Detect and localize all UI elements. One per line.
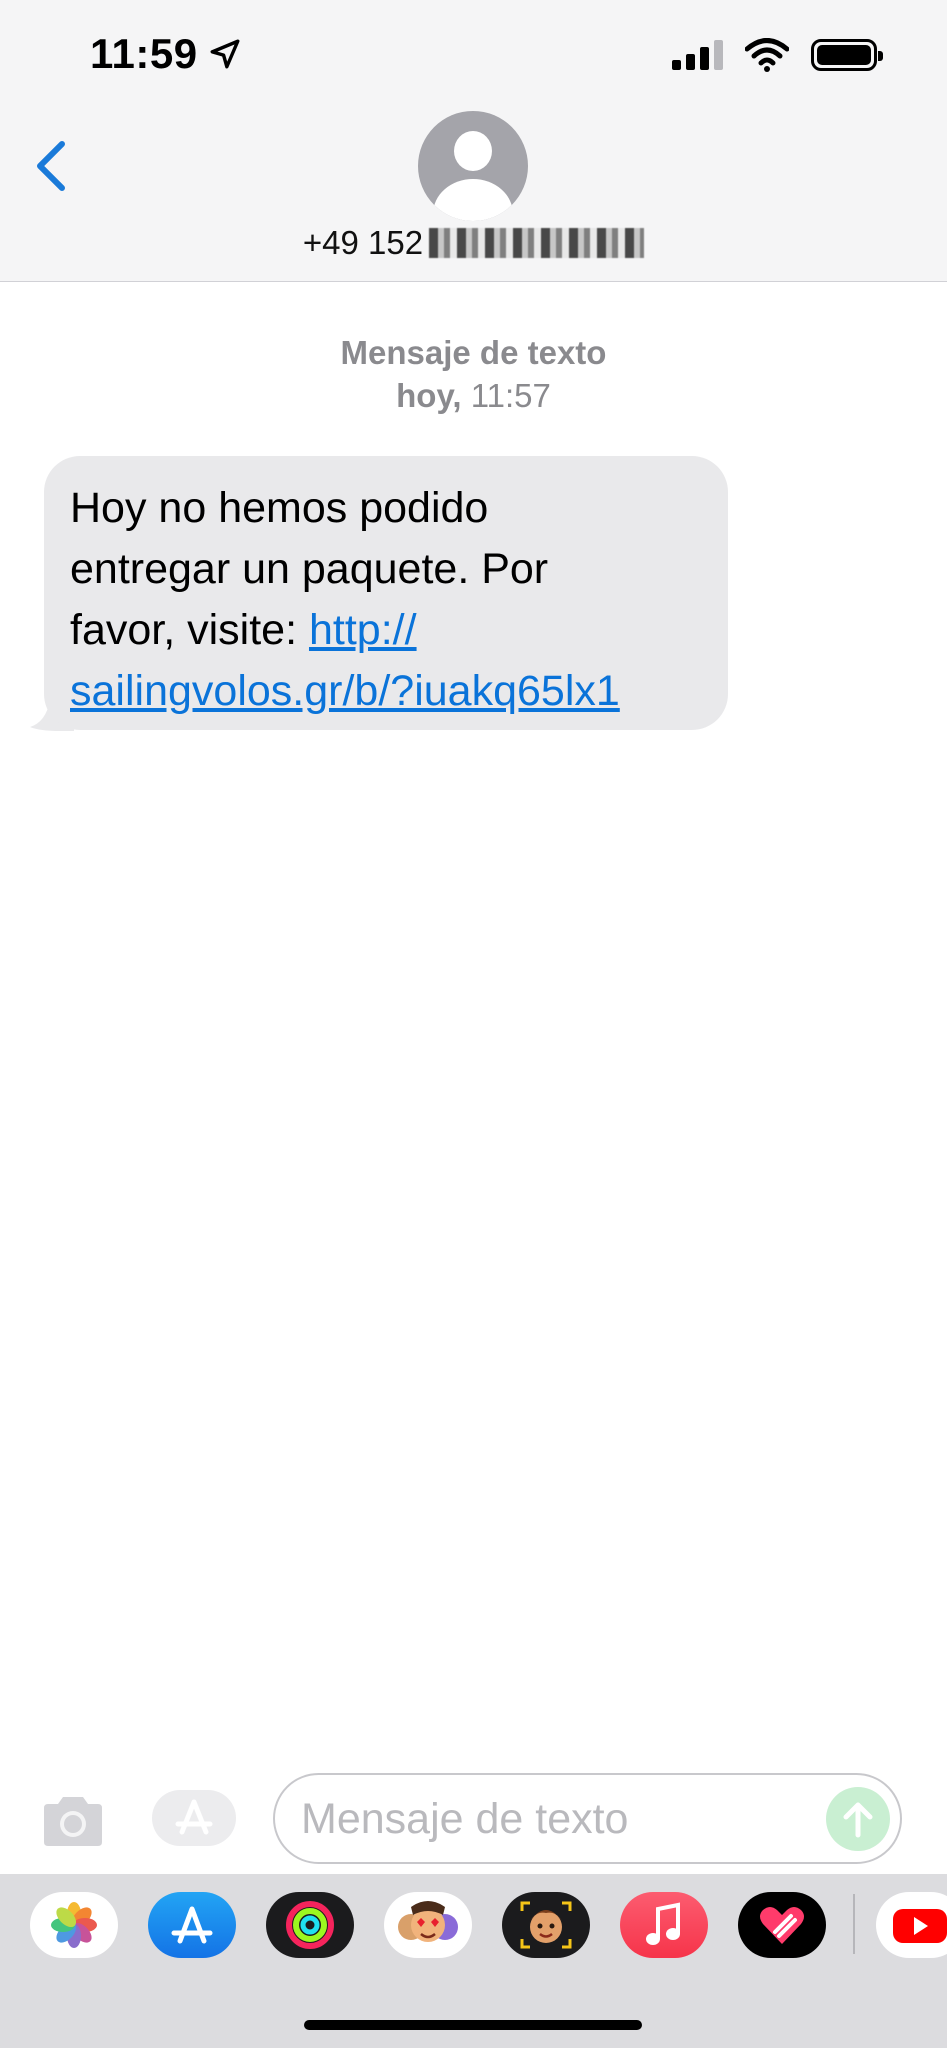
activity-app[interactable] xyxy=(266,1892,354,1958)
digital-touch-app[interactable] xyxy=(738,1892,826,1958)
home-indicator xyxy=(304,2020,642,2030)
camera-icon[interactable] xyxy=(40,1794,106,1848)
location-arrow-icon xyxy=(210,39,240,69)
message-timestamp: hoy, 11:57 xyxy=(0,377,947,415)
avatar-head xyxy=(454,131,492,171)
message-link-part1[interactable]: http:// xyxy=(309,606,417,654)
conversation-header: 11:59 +49 152 xyxy=(0,0,947,282)
message-line-1: Hoy no hemos podido xyxy=(70,484,489,532)
status-bar-clock: 11:59 xyxy=(90,30,242,78)
battery-icon xyxy=(811,39,883,71)
music-app[interactable] xyxy=(620,1892,708,1958)
youtube-icon xyxy=(893,1909,947,1943)
memoji-app[interactable] xyxy=(502,1892,590,1958)
youtube-app[interactable] xyxy=(876,1892,947,1958)
photos-app[interactable] xyxy=(30,1892,118,1958)
message-input[interactable] xyxy=(301,1791,821,1847)
incoming-message-bubble[interactable]: Hoy no hemos podido entregar un paquete.… xyxy=(44,456,728,730)
message-line-2: entregar un paquete. Por xyxy=(70,545,549,593)
app-store-icon xyxy=(171,1906,213,1944)
drawer-divider xyxy=(853,1894,855,1954)
contact-number[interactable]: +49 152 xyxy=(0,224,947,262)
memoji-icon xyxy=(520,1901,572,1949)
message-line-4: sailingvolos.gr/b/?iuakq65lx1 xyxy=(70,661,702,722)
photos-icon xyxy=(51,1902,97,1948)
app-store-a-icon xyxy=(175,1799,213,1835)
message-input-field[interactable] xyxy=(273,1773,902,1864)
back-chevron-icon[interactable] xyxy=(28,136,78,196)
cellular-signal-icon xyxy=(672,40,723,70)
message-line-3: favor, visite: http:// xyxy=(70,600,702,661)
clock-text: 11:59 xyxy=(90,30,198,77)
app-store-app[interactable] xyxy=(148,1892,236,1958)
imessage-app-drawer xyxy=(0,1874,947,2048)
memoji-stickers-icon xyxy=(398,1901,458,1942)
music-icon xyxy=(646,1902,680,1945)
activity-icon xyxy=(286,1901,334,1949)
message-link-part2[interactable]: sailingvolos.gr/b/?iuakq65lx1 xyxy=(70,667,620,715)
contact-number-text: +49 152 xyxy=(302,224,424,261)
message-text-prefix: favor, visite: xyxy=(70,606,309,654)
send-button[interactable] xyxy=(826,1787,890,1851)
avatar-body xyxy=(433,179,513,221)
memoji-stickers-app[interactable] xyxy=(384,1892,472,1958)
timestamp-time: 11:57 xyxy=(470,377,551,414)
arrow-up-icon xyxy=(843,1802,873,1838)
app-store-button[interactable] xyxy=(152,1790,236,1846)
wifi-icon xyxy=(745,38,789,72)
redacted-digits xyxy=(429,228,645,258)
digital-touch-icon xyxy=(760,1907,804,1944)
status-icons xyxy=(672,38,883,72)
timestamp-day: hoy, xyxy=(396,377,462,414)
message-service-label: Mensaje de texto xyxy=(340,334,607,371)
contact-avatar[interactable] xyxy=(418,111,528,221)
